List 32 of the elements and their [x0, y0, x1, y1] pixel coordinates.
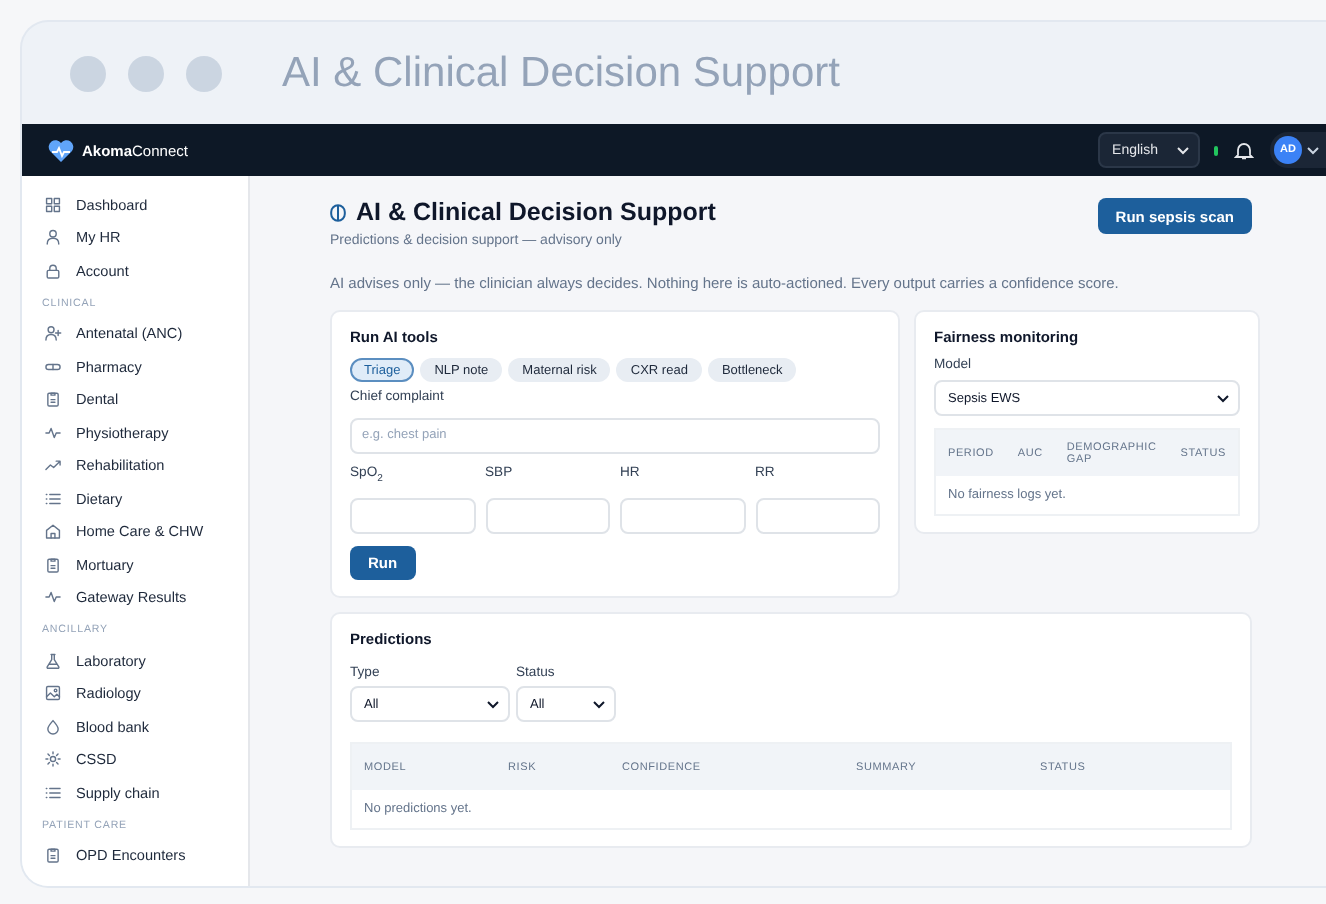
window-title: AI & Clinical Decision Support: [282, 49, 840, 97]
house-icon: [44, 522, 62, 541]
person-icon: [44, 228, 62, 247]
grid-icon: [44, 195, 62, 214]
vital-input-field[interactable]: [485, 498, 610, 534]
lock-icon: [44, 261, 62, 280]
window-dot-icon[interactable]: [128, 55, 164, 91]
vital-input-field[interactable]: [755, 498, 880, 534]
image-icon: [44, 684, 62, 703]
vital-input-field[interactable]: [620, 498, 745, 534]
bell-icon[interactable]: [1234, 140, 1254, 160]
caret-icon: [1215, 393, 1230, 403]
caret-icon: [1176, 145, 1190, 155]
vital-input-field[interactable]: [350, 498, 475, 534]
window-dot-icon[interactable]: [70, 55, 106, 91]
person-plus-icon: [44, 324, 62, 343]
caret-icon: [592, 699, 606, 709]
drop-icon: [44, 717, 62, 736]
heart-logo-icon: [48, 139, 74, 161]
page-title: AI & Clinical Decision Support: [356, 198, 716, 226]
flask-icon: [44, 651, 62, 670]
caret-icon: [1306, 145, 1320, 155]
pulse-icon: [44, 588, 62, 607]
caret-icon: [486, 699, 500, 709]
list-icon: [44, 489, 62, 508]
pulse-icon: [44, 423, 62, 442]
list-icon: [44, 783, 62, 802]
trend-icon: [44, 456, 62, 475]
window-dot-icon[interactable]: [186, 55, 222, 91]
clipboard-icon: [44, 846, 62, 865]
clipboard-icon: [44, 555, 62, 574]
clipboard-icon: [44, 390, 62, 409]
